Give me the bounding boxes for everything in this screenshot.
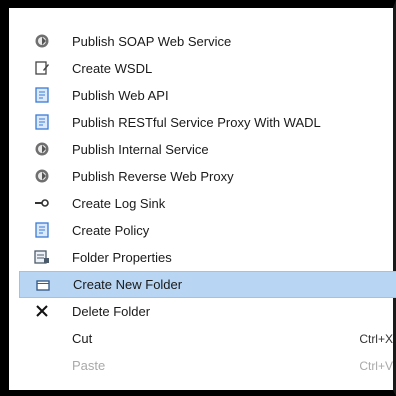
menu-item-publish-restful-service-proxy[interactable]: Publish RESTful Service Proxy With WADL: [19, 109, 396, 136]
menu-item-publish-soap-web-service[interactable]: Publish SOAP Web Service: [19, 28, 396, 55]
menu-item-label: Create New Folder: [73, 277, 183, 292]
menu-item-create-wsdl[interactable]: Create WSDL: [19, 55, 396, 82]
menu-item-label: Publish RESTful Service Proxy With WADL: [72, 115, 321, 130]
menu-item-publish-web-api[interactable]: Publish Web API: [19, 82, 396, 109]
gear-icon: [33, 167, 51, 185]
key-icon: [33, 194, 51, 212]
menu-item-label: Delete Folder: [72, 304, 151, 319]
menu-item-publish-reverse-web-proxy[interactable]: Publish Reverse Web Proxy: [19, 163, 396, 190]
menu-item-cut[interactable]: Cut Ctrl+X: [19, 325, 396, 352]
menu-item-label: Publish Web API: [72, 88, 169, 103]
menu-item-label: Publish SOAP Web Service: [72, 34, 232, 49]
menu-item-label: Create WSDL: [72, 61, 153, 76]
document-edit-icon: [33, 59, 51, 77]
menu-item-shortcut: Ctrl+V: [359, 358, 393, 373]
menu-item-create-policy[interactable]: Create Policy: [19, 217, 396, 244]
menu-item-label: Cut: [72, 331, 93, 346]
document-icon: [33, 86, 51, 104]
menu-item-label: Publish Internal Service: [72, 142, 209, 157]
menu-item-shortcut: Ctrl+X: [359, 331, 393, 346]
document-icon: [33, 113, 51, 131]
menu-item-label: Create Policy: [72, 223, 150, 238]
menu-item-create-new-folder[interactable]: Create New Folder: [19, 271, 396, 298]
context-menu-frame: Publish SOAP Web Service Create WSDL Pub…: [0, 0, 396, 396]
menu-item-folder-properties[interactable]: Folder Properties: [19, 244, 396, 271]
menu-item-publish-internal-service[interactable]: Publish Internal Service: [19, 136, 396, 163]
menu-item-label: Create Log Sink: [72, 196, 166, 211]
menu-item-label: Paste: [72, 358, 106, 373]
menu-item-create-log-sink[interactable]: Create Log Sink: [19, 190, 396, 217]
gear-icon: [33, 140, 51, 158]
context-menu: Publish SOAP Web Service Create WSDL Pub…: [19, 28, 396, 379]
gear-icon: [33, 32, 51, 50]
menu-item-paste: Paste Ctrl+V: [19, 352, 396, 379]
menu-item-label: Publish Reverse Web Proxy: [72, 169, 234, 184]
properties-icon: [33, 248, 51, 266]
folder-icon: [34, 276, 52, 294]
menu-item-label: Folder Properties: [72, 250, 172, 265]
close-icon: [33, 302, 51, 320]
document-icon: [33, 221, 51, 239]
menu-item-delete-folder[interactable]: Delete Folder: [19, 298, 396, 325]
